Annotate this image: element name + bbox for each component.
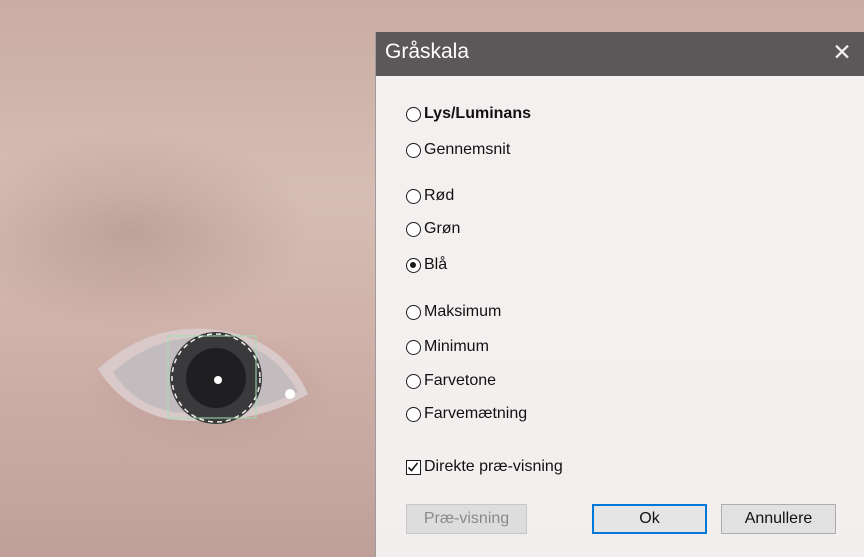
live-preview-checkbox[interactable]: [406, 459, 421, 475]
checkmark-icon: [407, 462, 419, 472]
preview-button[interactable]: Præ-visning: [406, 504, 527, 534]
option-saturation[interactable]: Farvemætning: [406, 402, 527, 426]
live-preview-label: Direkte præ-visning: [424, 458, 563, 475]
dialog-title: Gråskala: [385, 40, 470, 63]
radio-luminance[interactable]: [406, 106, 421, 122]
option-label: Blå: [424, 256, 448, 273]
radio-minimum[interactable]: [406, 339, 421, 355]
cancel-button[interactable]: Annullere: [721, 504, 836, 534]
option-red[interactable]: Rød: [406, 184, 454, 208]
option-hue[interactable]: Farvetone: [406, 369, 496, 393]
option-average[interactable]: Gennemsnit: [406, 138, 510, 162]
radio-hue[interactable]: [406, 373, 421, 389]
option-label: Maksimum: [424, 303, 502, 320]
option-label: Farvemætning: [424, 405, 528, 422]
close-icon[interactable]: ✕: [828, 38, 856, 66]
option-luminance[interactable]: Lys/Luminans: [406, 102, 531, 126]
live-preview-option[interactable]: Direkte præ-visning: [406, 455, 563, 479]
option-label: Minimum: [424, 338, 489, 355]
option-green[interactable]: Grøn: [406, 217, 460, 241]
ok-button[interactable]: Ok: [592, 504, 707, 534]
radio-average[interactable]: [406, 142, 421, 158]
title-bar[interactable]: Gråskala ✕: [376, 32, 864, 76]
radio-blue[interactable]: [406, 257, 421, 273]
option-blue[interactable]: Blå: [406, 253, 447, 277]
option-maximum[interactable]: Maksimum: [406, 300, 501, 324]
option-label: Rød: [424, 187, 455, 204]
option-label: Farvetone: [424, 372, 497, 389]
option-label: Lys/Luminans: [424, 105, 531, 122]
option-label: Gennemsnit: [424, 141, 511, 158]
option-label: Grøn: [424, 220, 461, 237]
grayscale-dialog: Gråskala ✕ Lys/Luminans Gennemsnit Rød G…: [376, 32, 864, 557]
radio-maximum[interactable]: [406, 304, 421, 320]
radio-red[interactable]: [406, 188, 421, 204]
option-minimum[interactable]: Minimum: [406, 335, 489, 359]
radio-saturation[interactable]: [406, 406, 421, 422]
radio-green[interactable]: [406, 221, 421, 237]
eye-image: [98, 328, 308, 424]
